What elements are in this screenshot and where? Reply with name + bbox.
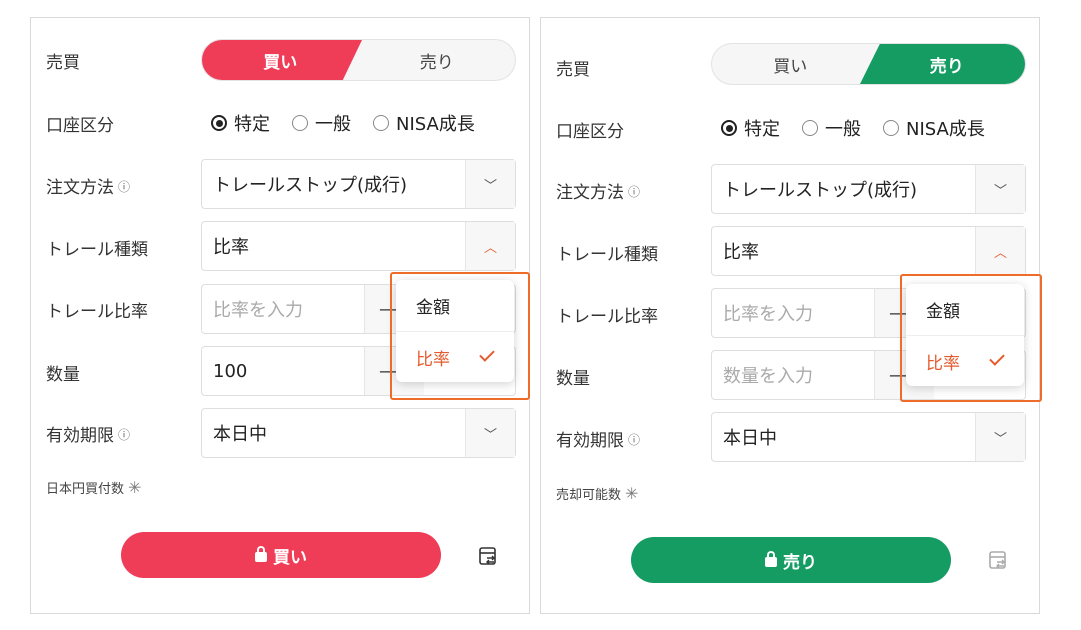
info-icon[interactable]: ⓘ [118, 180, 130, 194]
radio-checked-icon [721, 120, 737, 136]
buy-sell-toggle[interactable]: 買い 売り [201, 39, 516, 81]
quantity-label: 数量 [46, 365, 80, 385]
trail-type-dropdown: 金額 比率 [396, 280, 514, 382]
toggle-sell-option[interactable]: 売り [359, 40, 516, 80]
trail-type-label: トレール種類 [556, 245, 658, 265]
account-radio-group: 特定 一般 NISA成長 [211, 110, 475, 136]
radio-nisa[interactable]: NISA成長 [373, 110, 475, 136]
toggle-buy-option[interactable]: 買い [202, 40, 359, 80]
chevron-down-icon[interactable]: ﹀ [465, 409, 515, 457]
expiry-label: 有効期限 ⓘ [46, 426, 131, 446]
radio-unchecked-icon [373, 115, 389, 131]
lock-icon [765, 551, 777, 567]
toggle-sell-option[interactable]: 売り [869, 44, 1026, 84]
chevron-up-icon[interactable]: ︿ [975, 227, 1025, 275]
trail-rate-label: トレール比率 [46, 302, 148, 322]
order-switch-icon[interactable] [478, 546, 498, 568]
account-label: 口座区分 [556, 122, 624, 142]
info-icon[interactable]: ⓘ [628, 433, 640, 447]
radio-unchecked-icon [802, 120, 818, 136]
info-icon[interactable]: ⓘ [628, 185, 640, 199]
info-icon[interactable]: ⓘ [118, 428, 130, 442]
quantity-label: 数量 [556, 369, 590, 389]
order-method-label: 注文方法 ⓘ [46, 178, 131, 198]
dropdown-option-amount[interactable]: 金額 [906, 284, 1024, 335]
dropdown-option-amount[interactable]: 金額 [396, 280, 514, 331]
chevron-down-icon[interactable]: ﹀ [975, 413, 1025, 461]
buy-sell-toggle[interactable]: 買い 売り [711, 43, 1026, 85]
trail-rate-label: トレール比率 [556, 307, 658, 327]
radio-unchecked-icon [292, 115, 308, 131]
asterisk-icon: ✳ [128, 478, 142, 497]
side-label: 売買 [556, 60, 590, 80]
sell-submit-button[interactable]: 売り [631, 537, 951, 583]
chevron-down-icon[interactable]: ﹀ [975, 165, 1025, 213]
sellable-quantity-label: 売却可能数 ✳ [556, 484, 639, 503]
radio-tokutei[interactable]: 特定 [211, 110, 270, 136]
check-icon [479, 346, 495, 362]
buy-order-panel: 売買 買い 売り 口座区分 特定 一般 NISA成長 注文方法 ⓘ トレールストッ… [30, 17, 530, 614]
trail-type-label: トレール種類 [46, 240, 148, 260]
account-label: 口座区分 [46, 116, 114, 136]
order-method-select[interactable]: トレールストップ(成行) ﹀ [201, 159, 516, 209]
account-radio-group: 特定 一般 NISA成長 [721, 115, 985, 141]
expiry-select[interactable]: 本日中 ﹀ [201, 408, 516, 458]
asterisk-icon: ✳ [625, 484, 639, 503]
order-switch-icon[interactable] [988, 550, 1008, 572]
dropdown-option-rate[interactable]: 比率 [906, 335, 1024, 386]
side-label: 売買 [46, 53, 80, 73]
expiry-select[interactable]: 本日中 ﹀ [711, 412, 1026, 462]
radio-tokutei[interactable]: 特定 [721, 115, 780, 141]
lock-icon [255, 546, 267, 562]
radio-ippan[interactable]: 一般 [292, 110, 351, 136]
radio-checked-icon [211, 115, 227, 131]
dropdown-option-rate[interactable]: 比率 [396, 331, 514, 382]
radio-unchecked-icon [883, 120, 899, 136]
buyable-quantity-label: 日本円買付数 ✳ [46, 478, 142, 497]
chevron-down-icon[interactable]: ﹀ [465, 160, 515, 208]
trail-type-select[interactable]: 比率 ︿ [201, 221, 516, 271]
sell-order-panel: 売買 買い 売り 口座区分 特定 一般 NISA成長 注文方法 ⓘ トレールストッ… [540, 17, 1042, 614]
radio-ippan[interactable]: 一般 [802, 115, 861, 141]
check-icon [989, 350, 1005, 366]
order-method-label: 注文方法 ⓘ [556, 183, 641, 203]
trail-type-dropdown: 金額 比率 [906, 284, 1024, 386]
expiry-label: 有効期限 ⓘ [556, 431, 641, 451]
radio-nisa[interactable]: NISA成長 [883, 115, 985, 141]
buy-submit-button[interactable]: 買い [121, 532, 441, 578]
chevron-up-icon[interactable]: ︿ [465, 222, 515, 270]
trail-type-select[interactable]: 比率 ︿ [711, 226, 1026, 276]
toggle-buy-option[interactable]: 買い [712, 44, 869, 84]
order-method-select[interactable]: トレールストップ(成行) ﹀ [711, 164, 1026, 214]
